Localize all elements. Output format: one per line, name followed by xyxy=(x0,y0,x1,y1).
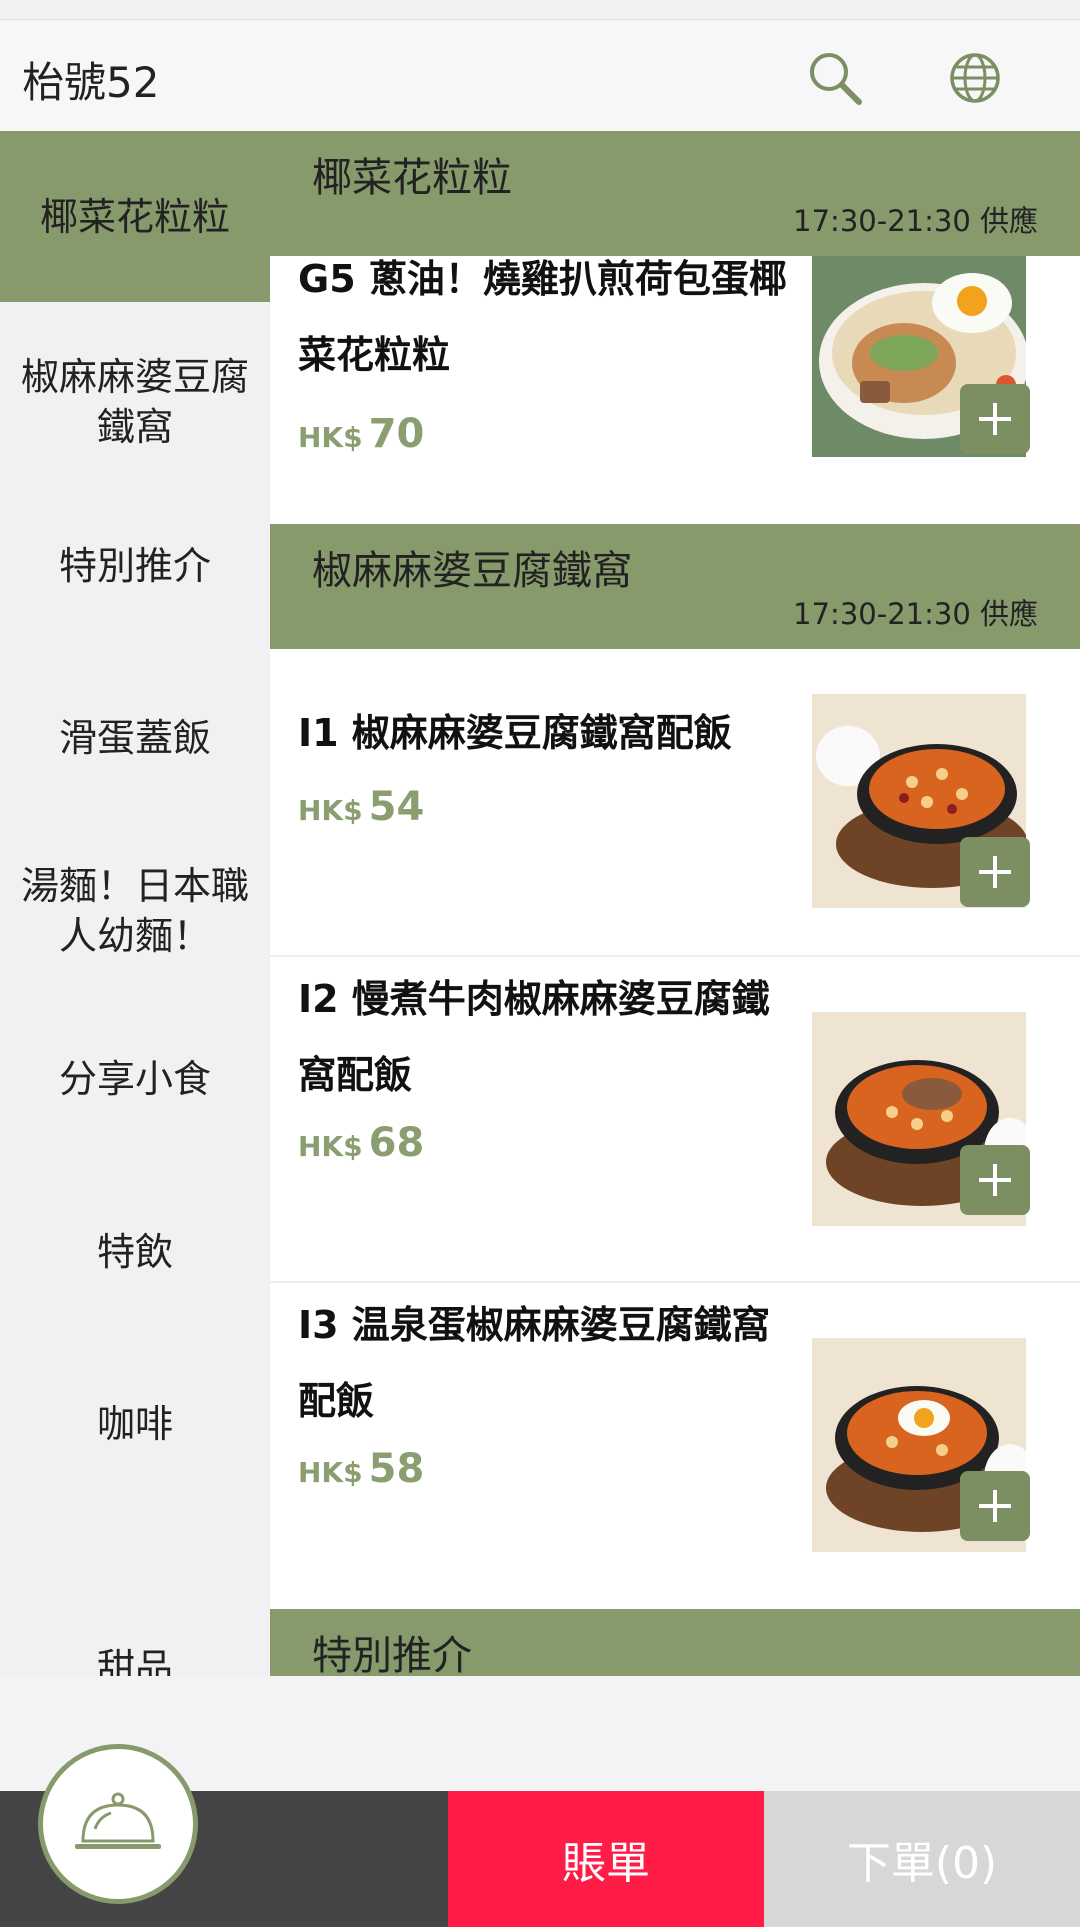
price-amount: 58 xyxy=(368,1446,425,1492)
section-time: 17:30-21:30 供應 xyxy=(793,204,1038,238)
item-name: I3 温泉蛋椒麻麻婆豆腐鐵窩配飯 xyxy=(298,1303,770,1423)
price-currency: HK$ xyxy=(298,794,363,827)
plus-icon xyxy=(979,403,1011,435)
bill-button-label: 賬單 xyxy=(562,1838,650,1889)
price-amount: 70 xyxy=(368,411,425,457)
add-to-cart-button[interactable] xyxy=(960,384,1030,454)
sidebar-item-noodle-soup[interactable]: 湯麵！日本職人幼麵！ xyxy=(0,841,270,981)
status-strip xyxy=(0,0,1080,20)
top-header: 枱號52 xyxy=(0,21,1080,131)
item-name: G5 蔥油！燒雞扒煎荷包蛋椰菜花粒粒 xyxy=(298,257,787,377)
bill-button[interactable]: 賬單 xyxy=(448,1791,764,1927)
section-header: 椰菜花粒粒 17:30-21:30 供應 xyxy=(270,131,1080,256)
price-amount: 68 xyxy=(368,1120,425,1166)
search-button[interactable] xyxy=(800,43,870,113)
menu-item-i3[interactable]: I3 温泉蛋椒麻麻婆豆腐鐵窩配飯 HK$ 58 xyxy=(270,1283,1080,1609)
item-price: HK$ 58 xyxy=(298,1446,424,1492)
item-name: I1 椒麻麻婆豆腐鐵窩配飯 xyxy=(298,711,732,755)
plus-icon xyxy=(979,856,1011,888)
place-order-button-label: 下單(0) xyxy=(846,1838,998,1889)
cloche-icon xyxy=(75,1792,161,1849)
sidebar-item-dessert[interactable]: 甜品 xyxy=(0,1643,270,1676)
sidebar-item-mapo-tofu[interactable]: 椒麻麻婆豆腐鐵窩 xyxy=(0,332,270,472)
search-icon xyxy=(810,53,862,105)
table-number-title: 枱號52 xyxy=(22,58,160,107)
sidebar-item-label: 甜品 xyxy=(96,1646,173,1676)
menu-content: G5 蔥油！燒雞扒煎荷包蛋椰菜花粒粒 HK$ 70 椰菜花粒粒 17:30-21… xyxy=(270,131,1080,1676)
price-currency: HK$ xyxy=(298,421,363,454)
section-header: 椒麻麻婆豆腐鐵窩 17:30-21:30 供應 xyxy=(270,524,1080,649)
sidebar-item-label: 椰菜花粒粒 xyxy=(39,194,230,239)
sidebar-item-label: 椒麻麻婆豆腐鐵窩 xyxy=(20,355,249,449)
sidebar-item-coffee[interactable]: 咖啡 xyxy=(0,1369,270,1479)
place-order-button[interactable]: 下單(0) xyxy=(764,1791,1080,1927)
sidebar-item-label: 特別推介 xyxy=(58,544,211,588)
plus-icon xyxy=(979,1490,1011,1522)
language-button[interactable] xyxy=(940,43,1010,113)
plus-icon xyxy=(979,1164,1011,1196)
category-sidebar: 椰菜花粒粒 椒麻麻婆豆腐鐵窩 特別推介 滑蛋蓋飯 湯麵！日本職人幼麵！ 分享小食… xyxy=(0,131,270,1676)
sidebar-item-label: 咖啡 xyxy=(96,1402,173,1446)
section-header: 特別推介 xyxy=(270,1609,1080,1676)
add-to-cart-button[interactable] xyxy=(960,1145,1030,1215)
item-price: HK$ 68 xyxy=(298,1120,424,1166)
price-currency: HK$ xyxy=(298,1456,363,1489)
add-to-cart-button[interactable] xyxy=(960,837,1030,907)
sidebar-item-special[interactable]: 特別推介 xyxy=(0,511,270,621)
section-title: 特別推介 xyxy=(312,1633,472,1676)
price-amount: 54 xyxy=(368,784,425,830)
sidebar-item-snacks[interactable]: 分享小食 xyxy=(0,1024,270,1134)
sidebar-item-label: 分享小食 xyxy=(58,1057,211,1101)
section-title: 椒麻麻婆豆腐鐵窩 xyxy=(312,548,632,594)
section-time: 17:30-21:30 供應 xyxy=(793,597,1038,631)
price-currency: HK$ xyxy=(298,1130,363,1163)
item-price: HK$ 54 xyxy=(298,784,424,830)
my-order-button[interactable] xyxy=(38,1744,198,1904)
section-title: 椰菜花粒粒 xyxy=(312,155,512,201)
item-name: I2 慢煮牛肉椒麻麻婆豆腐鐵窩配飯 xyxy=(298,977,770,1097)
sidebar-item-label: 特飲 xyxy=(96,1230,173,1274)
add-to-cart-button[interactable] xyxy=(960,1471,1030,1541)
globe-icon xyxy=(950,53,1000,103)
menu-item-i1[interactable]: I1 椒麻麻婆豆腐鐵窩配飯 HK$ 54 xyxy=(270,649,1080,957)
sidebar-item-special-drinks[interactable]: 特飲 xyxy=(0,1197,270,1307)
menu-item-i2[interactable]: I2 慢煮牛肉椒麻麻婆豆腐鐵窩配飯 HK$ 68 xyxy=(270,957,1080,1283)
item-price: HK$ 70 xyxy=(298,411,424,457)
sidebar-item-label: 滑蛋蓋飯 xyxy=(58,716,211,760)
menu-item-g5[interactable]: G5 蔥油！燒雞扒煎荷包蛋椰菜花粒粒 HK$ 70 xyxy=(270,241,1080,521)
sidebar-item-cauliflower-rice[interactable]: 椰菜花粒粒 xyxy=(0,131,270,302)
sidebar-item-egg-rice[interactable]: 滑蛋蓋飯 xyxy=(0,683,270,793)
sidebar-item-label: 湯麵！日本職人幼麵！ xyxy=(20,864,249,958)
